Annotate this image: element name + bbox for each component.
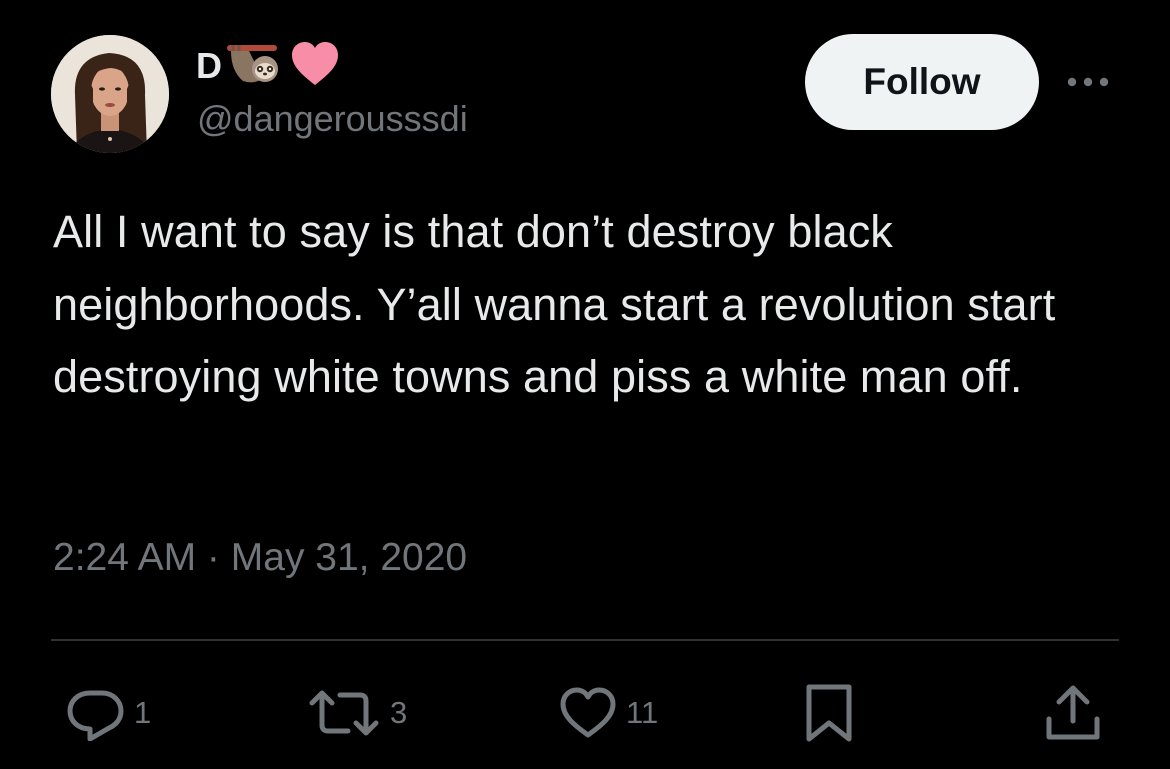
reply-icon — [67, 690, 124, 741]
pink-heart-emoji-icon — [289, 41, 341, 92]
heart-icon — [560, 687, 616, 738]
avatar[interactable] — [51, 35, 169, 153]
tweet-timestamp[interactable]: 2:24 AM · May 31, 2020 — [53, 536, 467, 580]
retweet-icon — [309, 690, 379, 736]
user-handle[interactable]: @dangerousssdi — [197, 98, 468, 140]
more-options-button[interactable] — [1062, 62, 1114, 102]
bookmark-button[interactable] — [803, 683, 855, 743]
tweet-time: 2:24 AM — [53, 536, 197, 579]
retweet-count: 3 — [390, 695, 408, 730]
reply-button[interactable]: 1 — [66, 683, 151, 743]
share-icon — [1046, 685, 1100, 740]
follow-button[interactable]: Follow — [805, 34, 1039, 130]
bookmark-icon — [806, 684, 852, 742]
timestamp-separator: · — [196, 536, 231, 579]
display-name-row[interactable]: D — [196, 40, 341, 92]
retweet-button[interactable]: 3 — [306, 683, 407, 743]
sloth-emoji-icon — [225, 41, 287, 92]
tweet-text: All I want to say is that don’t destroy … — [53, 206, 1056, 402]
display-name: D — [196, 45, 223, 86]
more-horizontal-icon — [1067, 77, 1109, 87]
reply-count: 1 — [134, 695, 152, 730]
tweet-card: D @dangerousssdi Follow All I want to sa… — [0, 0, 1170, 769]
divider — [51, 639, 1119, 641]
share-button[interactable] — [1044, 683, 1102, 743]
like-count: 11 — [626, 695, 659, 730]
tweet-date: May 31, 2020 — [230, 536, 468, 579]
like-button[interactable]: 11 — [558, 683, 658, 743]
profile-photo — [51, 35, 169, 153]
